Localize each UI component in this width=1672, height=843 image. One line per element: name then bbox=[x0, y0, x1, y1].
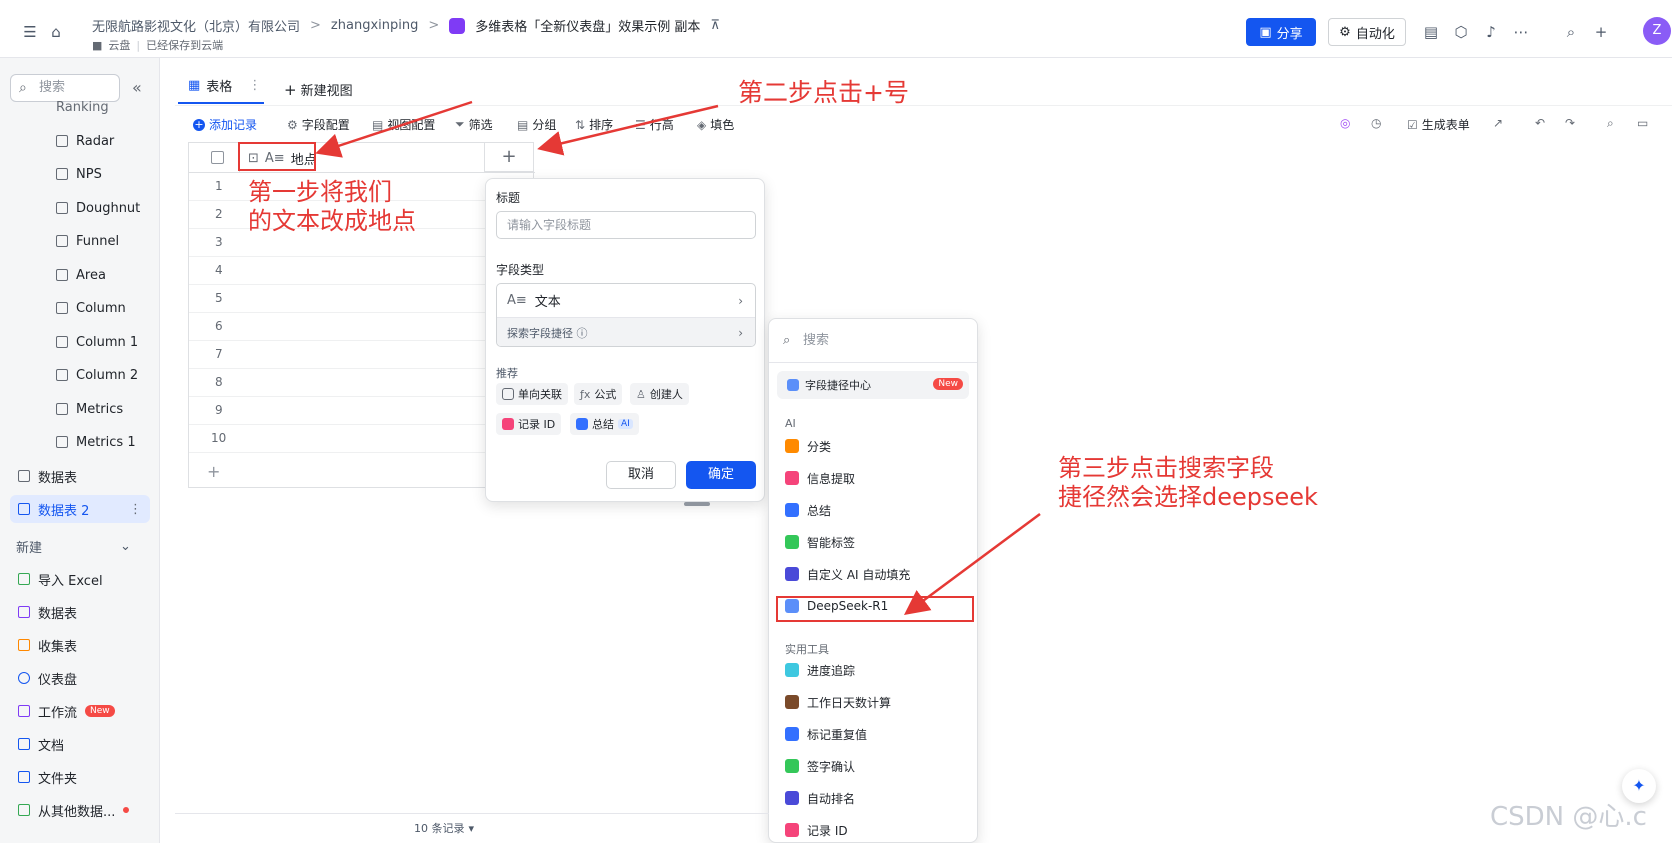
annotation-step2: 第二步点击+号 bbox=[738, 78, 909, 107]
arrow-step2 bbox=[537, 104, 719, 156]
annotation-step1-line2: 的文本改成地点 bbox=[248, 207, 416, 236]
annotation-step1: 第一步将我们 的文本改成地点 bbox=[248, 178, 416, 237]
annotation-arrows bbox=[315, 100, 1041, 615]
annotation-step3: 第三步点击搜索字段 捷径然会选择deepseek bbox=[1058, 454, 1318, 513]
arrow-step1 bbox=[315, 100, 473, 158]
annotation-step3-line1: 第三步点击搜索字段 bbox=[1058, 454, 1274, 482]
arrow-step3 bbox=[903, 512, 1041, 615]
watermark: CSDN @心.c bbox=[1490, 802, 1647, 832]
annotation-step3-line2: 捷径然会选择deepseek bbox=[1058, 483, 1318, 512]
annotation-step1-line1: 第一步将我们 bbox=[248, 178, 392, 206]
